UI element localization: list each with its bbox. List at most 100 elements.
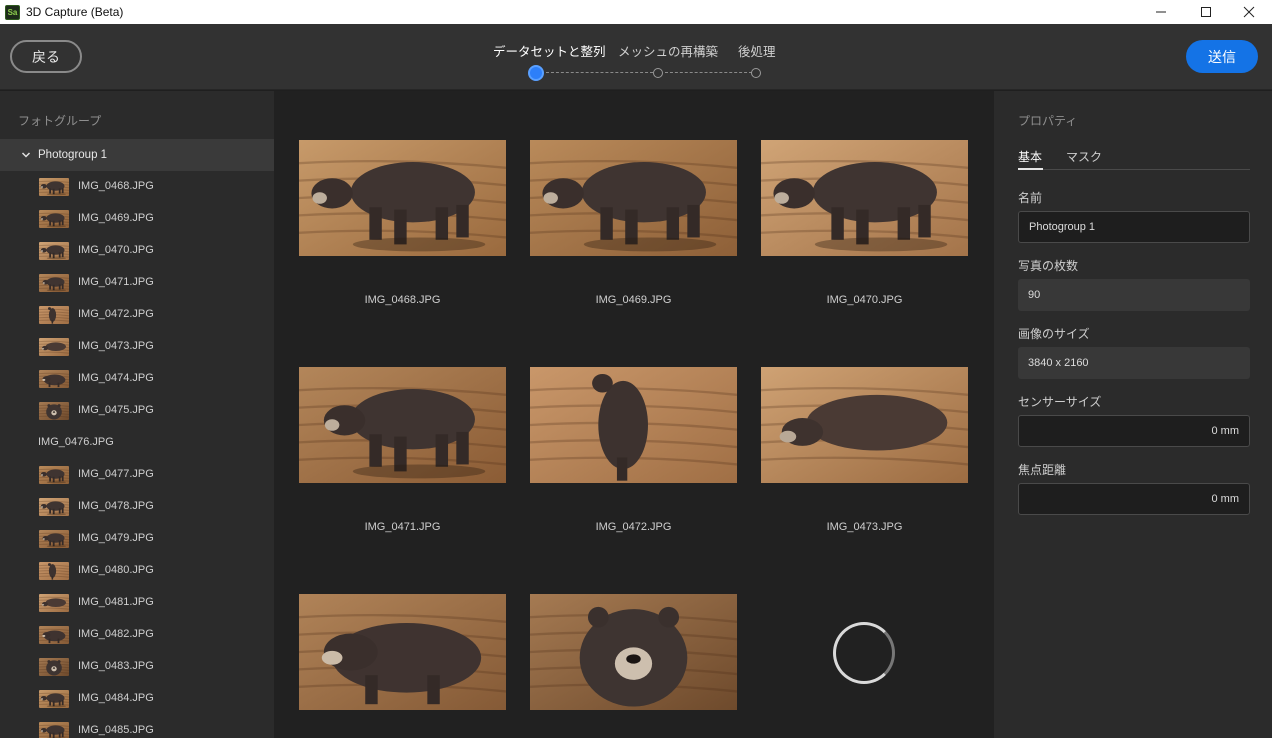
file-thumbnail xyxy=(39,658,69,676)
file-thumbnail xyxy=(39,242,69,260)
focal-length-field[interactable]: 0 mm xyxy=(1018,483,1250,515)
file-name: IMG_0468.JPG xyxy=(78,180,154,192)
photo-card[interactable]: IMG_0472.JPG xyxy=(530,367,737,533)
file-thumbnail xyxy=(39,178,69,196)
file-name: IMG_0470.JPG xyxy=(78,244,154,256)
file-thumbnail xyxy=(39,722,69,738)
photo-thumbnail[interactable] xyxy=(299,367,506,483)
file-thumbnail xyxy=(39,306,69,324)
photo-thumbnail[interactable] xyxy=(761,140,968,256)
file-thumbnail xyxy=(39,594,69,612)
tab-basic[interactable]: 基本 xyxy=(1018,148,1042,165)
photo-count-value: 90 xyxy=(1028,289,1041,301)
sidebar-file-item[interactable]: IMG_0477.JPG xyxy=(0,459,274,491)
sensor-size-value: 0 mm xyxy=(1211,425,1240,437)
maximize-button[interactable] xyxy=(1183,0,1229,24)
window-titlebar: Sa 3D Capture (Beta) xyxy=(0,0,1272,24)
step-indicator xyxy=(751,68,761,78)
sidebar-file-item[interactable]: IMG_0478.JPG xyxy=(0,491,274,523)
photo-card[interactable] xyxy=(530,594,737,710)
file-name: IMG_0481.JPG xyxy=(78,596,154,608)
photogroup-row[interactable]: Photogroup 1 xyxy=(0,139,274,171)
file-thumbnail xyxy=(39,498,69,516)
sidebar-file-item[interactable]: IMG_0469.JPG xyxy=(0,203,274,235)
sidebar-file-item[interactable]: IMG_0471.JPG xyxy=(0,267,274,299)
close-button[interactable] xyxy=(1226,0,1272,24)
file-name: IMG_0485.JPG xyxy=(78,724,154,736)
sidebar-file-item[interactable]: IMG_0470.JPG xyxy=(0,235,274,267)
photo-thumbnail[interactable] xyxy=(299,594,506,710)
back-button[interactable]: 戻る xyxy=(10,40,82,73)
properties-panel: プロパティ 基本 マスク 名前 Photogroup 1 写真の枚数 90 画像… xyxy=(994,91,1272,738)
step-connector xyxy=(546,72,653,73)
sidebar-file-item[interactable]: IMG_0480.JPG xyxy=(0,555,274,587)
sidebar-file-item[interactable]: IMG_0485.JPG xyxy=(0,715,274,738)
minimize-icon xyxy=(1156,11,1166,13)
file-thumbnail xyxy=(39,466,69,484)
photo-card[interactable]: IMG_0468.JPG xyxy=(299,140,506,306)
file-name: IMG_0483.JPG xyxy=(78,660,154,672)
file-thumbnail xyxy=(39,274,69,292)
sidebar-file-item[interactable]: IMG_0468.JPG xyxy=(0,171,274,203)
step-indicator xyxy=(653,68,663,78)
send-button[interactable]: 送信 xyxy=(1186,40,1258,73)
step-mesh-rebuild[interactable]: メッシュの再構築 xyxy=(618,41,718,60)
photo-caption: IMG_0472.JPG xyxy=(595,521,672,533)
photo-thumbnail[interactable] xyxy=(530,367,737,483)
chevron-down-icon[interactable] xyxy=(20,149,32,161)
photo-card[interactable]: IMG_0473.JPG xyxy=(761,367,968,533)
file-name: IMG_0475.JPG xyxy=(78,404,154,416)
file-thumbnail xyxy=(39,338,69,356)
name-value: Photogroup 1 xyxy=(1029,221,1096,233)
file-thumbnail xyxy=(39,210,69,228)
photo-caption: IMG_0468.JPG xyxy=(364,294,441,306)
file-name: IMG_0469.JPG xyxy=(78,212,154,224)
file-thumbnail xyxy=(39,690,69,708)
photo-thumbnail[interactable] xyxy=(530,140,737,256)
sidebar-file-item[interactable]: IMG_0475.JPG xyxy=(0,395,274,427)
photo-thumbnail[interactable] xyxy=(761,367,968,483)
file-thumbnail xyxy=(39,626,69,644)
file-name: IMG_0484.JPG xyxy=(78,692,154,704)
sidebar-file-item[interactable]: IMG_0476.JPG xyxy=(0,427,274,459)
photo-card[interactable] xyxy=(299,594,506,710)
name-label: 名前 xyxy=(1018,191,1043,205)
minimize-button[interactable] xyxy=(1138,0,1184,24)
file-thumbnail xyxy=(39,402,69,420)
file-name: IMG_0478.JPG xyxy=(78,500,154,512)
photogroup-sidebar: フォトグループ Photogroup 1 IMG_0468.JPG IMG_04… xyxy=(0,91,274,738)
sidebar-file-item[interactable]: IMG_0483.JPG xyxy=(0,651,274,683)
file-name: IMG_0482.JPG xyxy=(78,628,154,640)
tab-mask[interactable]: マスク xyxy=(1066,148,1102,165)
photo-caption: IMG_0471.JPG xyxy=(364,521,441,533)
file-name: IMG_0476.JPG xyxy=(38,436,114,448)
name-field[interactable]: Photogroup 1 xyxy=(1018,211,1250,243)
file-name: IMG_0479.JPG xyxy=(78,532,154,544)
photo-card[interactable]: IMG_0471.JPG xyxy=(299,367,506,533)
window-title: 3D Capture (Beta) xyxy=(26,5,124,19)
sensor-size-field[interactable]: 0 mm xyxy=(1018,415,1250,447)
photo-thumbnail[interactable] xyxy=(530,594,737,710)
sidebar-file-item[interactable]: IMG_0472.JPG xyxy=(0,299,274,331)
file-name: IMG_0474.JPG xyxy=(78,372,154,384)
sidebar-file-item[interactable]: IMG_0482.JPG xyxy=(0,619,274,651)
file-thumbnail xyxy=(39,530,69,548)
file-name: IMG_0471.JPG xyxy=(78,276,154,288)
photo-thumbnail[interactable] xyxy=(299,140,506,256)
photo-card[interactable]: IMG_0470.JPG xyxy=(761,140,968,306)
tab-divider xyxy=(1018,169,1250,170)
sidebar-file-item[interactable]: IMG_0481.JPG xyxy=(0,587,274,619)
file-name: IMG_0480.JPG xyxy=(78,564,154,576)
close-icon xyxy=(1243,6,1255,18)
step-dataset-align[interactable]: データセットと整列 xyxy=(493,41,606,60)
photo-count-label: 写真の枚数 xyxy=(1018,259,1079,273)
sidebar-file-item[interactable]: IMG_0473.JPG xyxy=(0,331,274,363)
photo-card[interactable]: IMG_0469.JPG xyxy=(530,140,737,306)
sidebar-file-item[interactable]: IMG_0484.JPG xyxy=(0,683,274,715)
image-size-value: 3840 x 2160 xyxy=(1028,357,1089,369)
file-name: IMG_0477.JPG xyxy=(78,468,154,480)
sidebar-file-item[interactable]: IMG_0474.JPG xyxy=(0,363,274,395)
step-post-process[interactable]: 後処理 xyxy=(738,41,776,60)
image-size-field: 3840 x 2160 xyxy=(1018,347,1250,379)
sidebar-file-item[interactable]: IMG_0479.JPG xyxy=(0,523,274,555)
